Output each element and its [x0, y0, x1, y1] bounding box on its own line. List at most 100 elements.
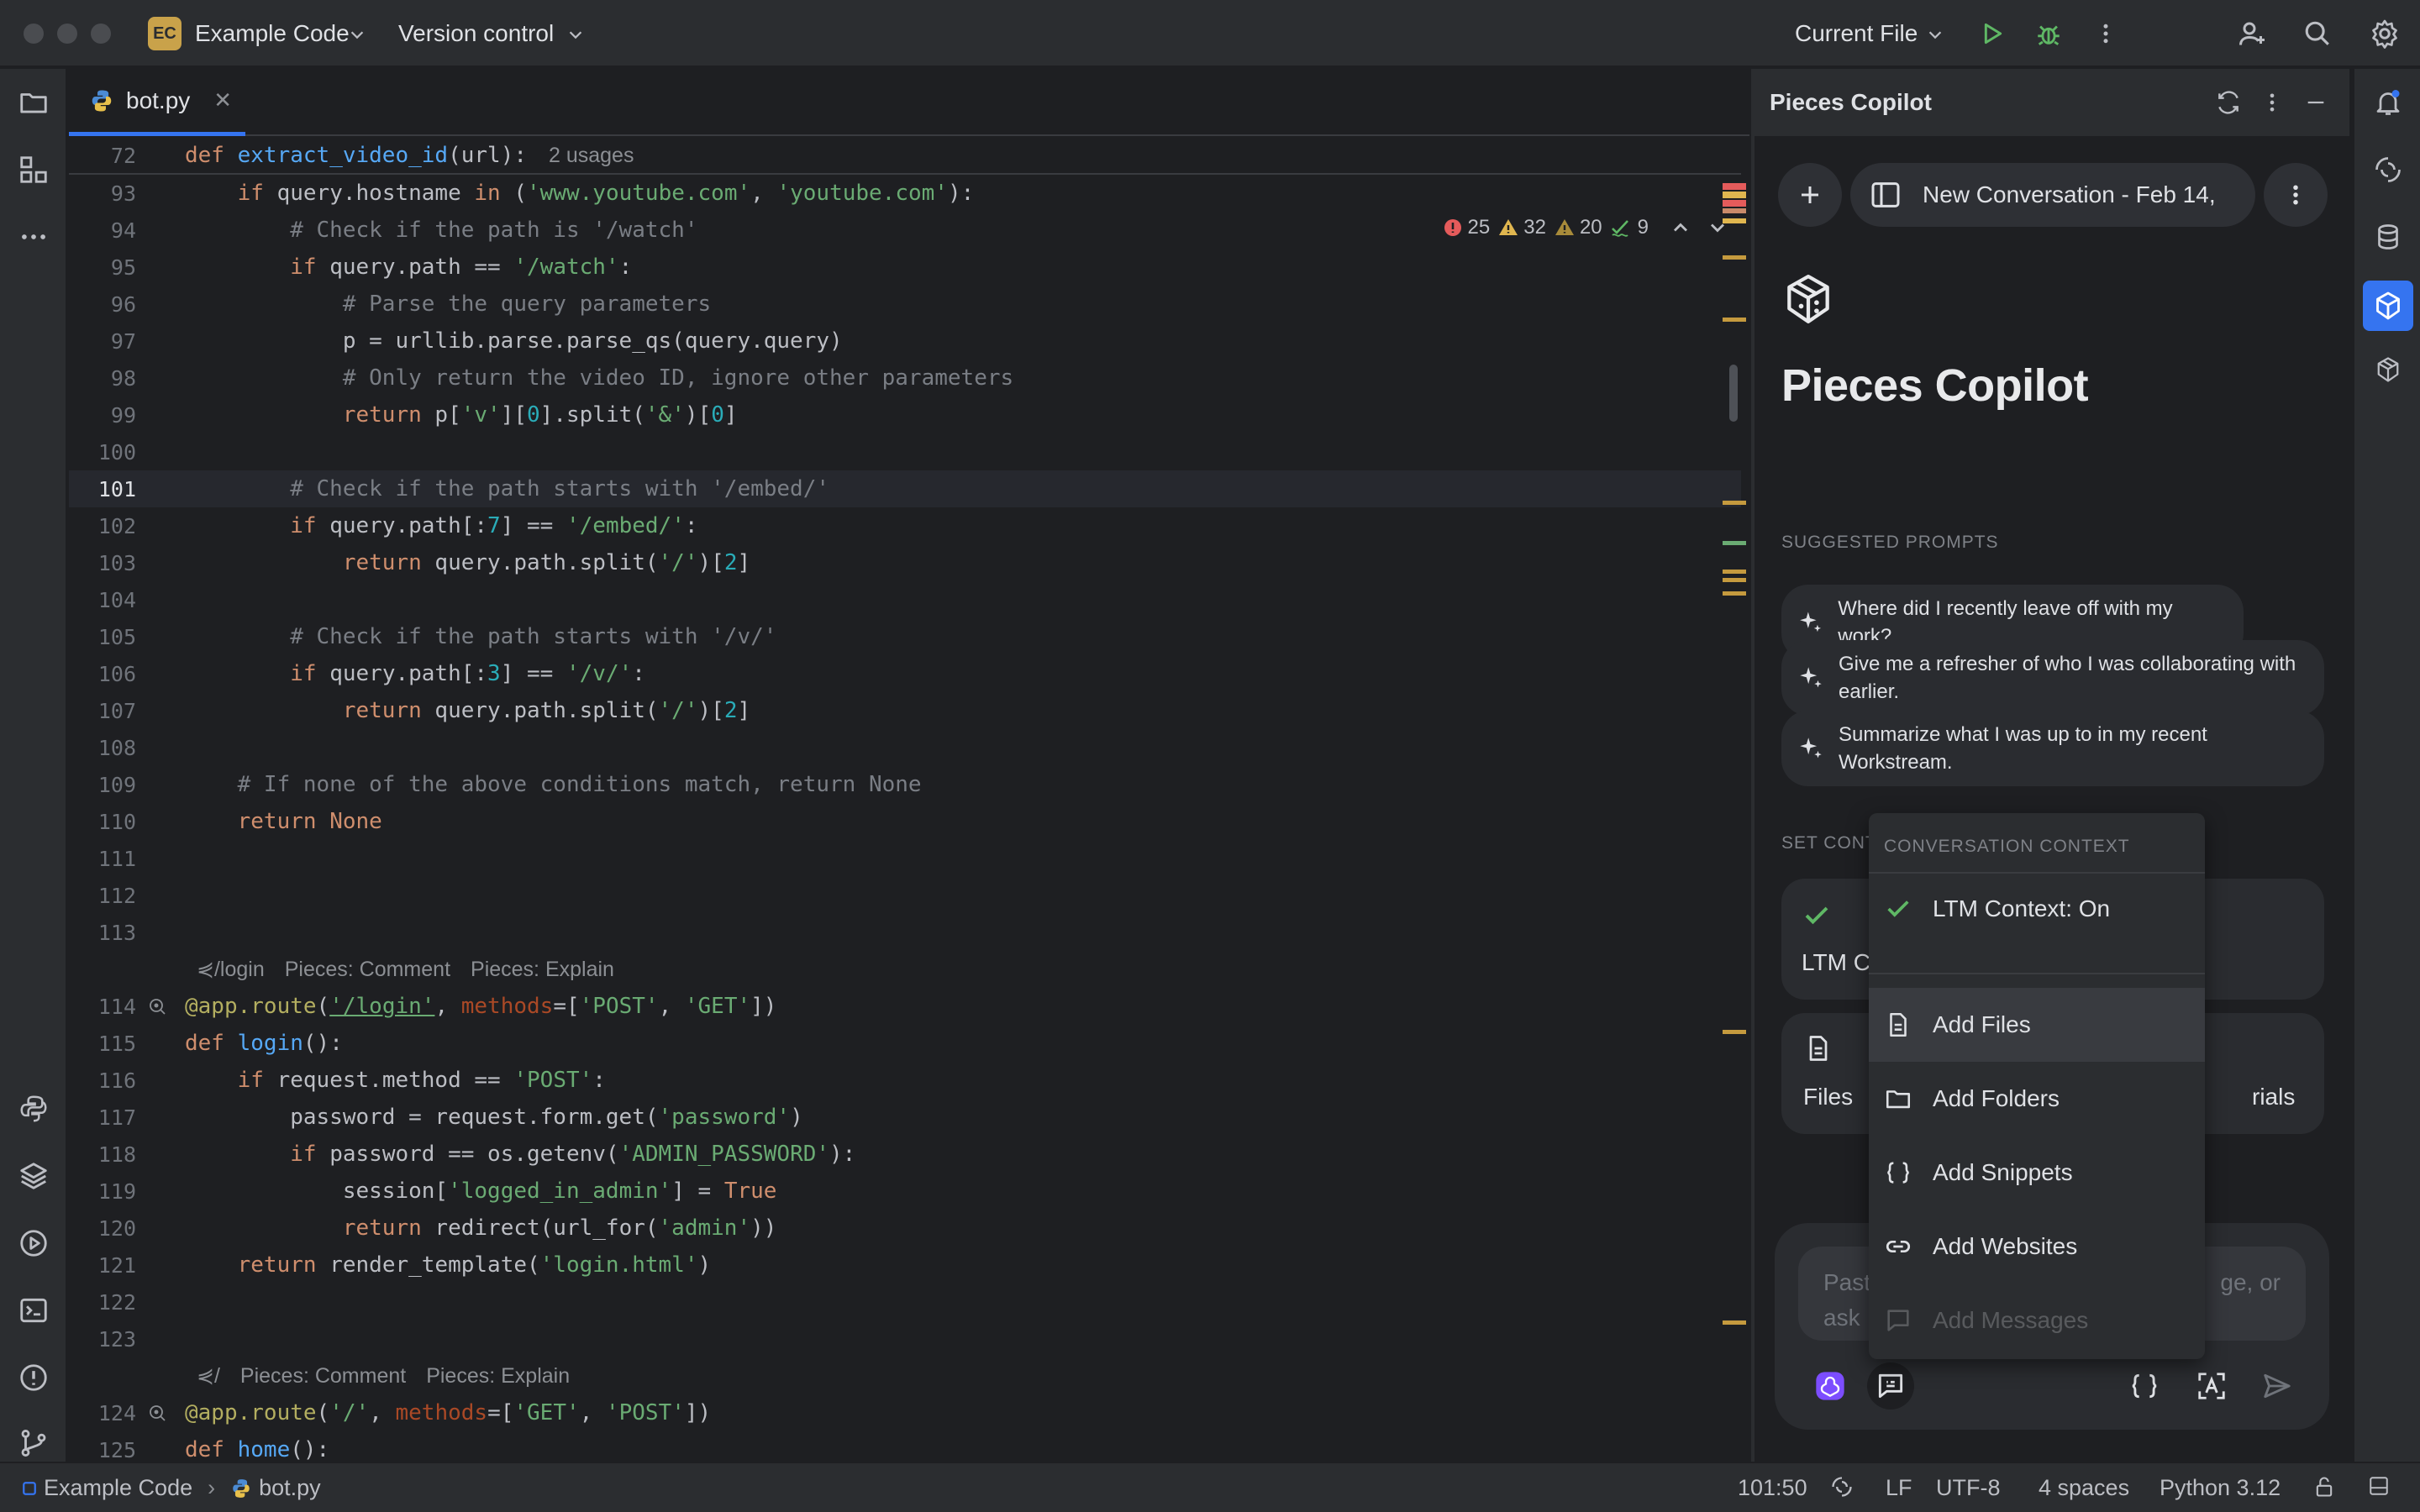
project-name-menu[interactable]: Example Code — [195, 20, 350, 47]
add-user-icon[interactable] — [2233, 15, 2270, 52]
code-line[interactable]: 124 @app.route('/', methods=['GET', 'POST… — [69, 1394, 1741, 1431]
ai-assistant-icon[interactable] — [2370, 151, 2407, 188]
screenshot-ocr-icon[interactable] — [2188, 1362, 2235, 1410]
code-line[interactable]: 97 p = urllib.parse.parse_qs(query.query… — [69, 323, 1741, 360]
menu-item-add-messages[interactable]: Add Messages — [1869, 1284, 2205, 1357]
error-stripe-mark[interactable] — [1723, 200, 1746, 207]
usages-hint[interactable]: 2 usages — [549, 144, 634, 168]
pieces-copilot-tool-icon[interactable] — [2363, 281, 2413, 331]
warning-stripe-mark[interactable] — [1723, 192, 1746, 198]
menu-item-add-websites[interactable]: Add Websites — [1869, 1210, 2205, 1284]
conversation-more-button[interactable] — [2264, 163, 2328, 227]
warning-stripe-mark[interactable] — [1723, 255, 1746, 260]
code-line[interactable]: 104 — [69, 581, 1741, 618]
warning-stripe-mark[interactable] — [1723, 570, 1746, 574]
git-branch-icon[interactable] — [15, 1425, 52, 1462]
code-line[interactable]: 105 # Check if the path starts with '/v/… — [69, 618, 1741, 655]
warning-stripe-mark[interactable] — [1723, 591, 1746, 596]
caret-position[interactable]: 101:50 — [1738, 1475, 1807, 1501]
pieces-comment-lens[interactable]: Pieces: Comment — [285, 958, 450, 982]
window-close-button[interactable] — [24, 24, 44, 44]
code-line[interactable]: 103 return query.path.split('/')[2] — [69, 544, 1741, 581]
code-line[interactable]: 95 if query.path == '/watch': — [69, 249, 1741, 286]
context-chat-icon[interactable] — [1867, 1362, 1914, 1410]
code-line[interactable]: 120 return redirect(url_for('admin')) — [69, 1210, 1741, 1247]
lock-icon[interactable] — [2312, 1475, 2336, 1499]
refresh-icon[interactable] — [2210, 84, 2247, 121]
minimize-panel-icon[interactable] — [2297, 84, 2334, 121]
python-interpreter[interactable]: Python 3.12 — [2160, 1475, 2281, 1501]
problems-icon[interactable] — [15, 1359, 52, 1396]
code-line[interactable]: 123 — [69, 1320, 1741, 1357]
notifications-bell-icon[interactable] — [2370, 84, 2407, 121]
new-conversation-button[interactable] — [1778, 163, 1842, 227]
pieces-explain-lens[interactable]: Pieces: Explain — [426, 1364, 570, 1389]
warning-stripe-mark[interactable] — [1723, 1030, 1746, 1034]
panel-options-icon[interactable] — [2254, 84, 2291, 121]
run-icon[interactable] — [1973, 15, 2010, 52]
suggested-prompt[interactable]: Summarize what I was up to in my recent W… — [1781, 711, 2324, 786]
terminal-icon[interactable] — [15, 1292, 52, 1329]
version-control-menu[interactable]: Version control — [398, 20, 554, 47]
pieces-comment-lens[interactable]: Pieces: Comment — [240, 1364, 406, 1389]
code-line[interactable]: 96 # Parse the query parameters — [69, 286, 1741, 323]
code-line[interactable]: 107 return query.path.split('/')[2] — [69, 692, 1741, 729]
run-configuration-menu[interactable]: Current File — [1795, 20, 1918, 47]
settings-gear-icon[interactable] — [2366, 15, 2403, 52]
code-line[interactable]: 121 return render_template('login.html') — [69, 1247, 1741, 1284]
code-line[interactable]: 98 # Only return the video ID, ignore ot… — [69, 360, 1741, 396]
scrollbar-thumb[interactable] — [1729, 365, 1738, 422]
debug-icon[interactable] — [2030, 15, 2067, 52]
chevron-down-icon[interactable] — [1926, 25, 1944, 44]
chevron-down-icon[interactable] — [566, 25, 585, 44]
current-code-line[interactable]: 101 # Check if the path starts with '/em… — [69, 470, 1741, 507]
python-console-icon[interactable] — [15, 1090, 52, 1127]
model-selector-icon[interactable] — [1807, 1362, 1854, 1410]
sidebar-toggle-icon[interactable] — [1869, 178, 1902, 212]
breadcrumb-file[interactable]: bot.py — [259, 1475, 321, 1501]
database-icon[interactable] — [2370, 218, 2407, 255]
code-line[interactable]: 112 — [69, 877, 1741, 914]
code-line[interactable]: 116 if request.method == 'POST': — [69, 1062, 1741, 1099]
indentation[interactable]: 4 spaces — [2039, 1475, 2129, 1501]
code-line[interactable]: 102 if query.path[:7] == '/embed/': — [69, 507, 1741, 544]
file-encoding[interactable]: UTF-8 — [1936, 1475, 2001, 1501]
chevron-down-icon[interactable] — [348, 25, 366, 44]
code-line[interactable]: 113 — [69, 914, 1741, 951]
breadcrumb-project[interactable]: Example Code — [44, 1475, 192, 1501]
more-tools-icon[interactable] — [15, 218, 52, 255]
menu-item-add-folders[interactable]: Add Folders — [1869, 1062, 2205, 1136]
code-line[interactable]: 110 return None — [69, 803, 1741, 840]
services-run-icon[interactable] — [15, 1225, 52, 1262]
line-ending[interactable]: LF — [1886, 1475, 1912, 1501]
endpoint-gutter-icon[interactable] — [147, 996, 167, 1016]
info-stripe-mark[interactable] — [1723, 541, 1746, 545]
structure-icon[interactable] — [15, 151, 52, 188]
code-snippet-icon[interactable] — [2121, 1362, 2168, 1410]
code-line[interactable]: 125 def home(): — [69, 1431, 1741, 1462]
pieces-explain-lens[interactable]: Pieces: Explain — [471, 958, 614, 982]
suggested-prompt[interactable]: Give me a refresher of who I was collabo… — [1781, 640, 2324, 716]
code-line[interactable]: 93 if query.hostname in ('www.youtube.co… — [69, 175, 1741, 212]
window-zoom-button[interactable] — [91, 24, 111, 44]
code-line[interactable]: 117 password = request.form.get('passwor… — [69, 1099, 1741, 1136]
menu-item-ltm-context[interactable]: LTM Context: On — [1869, 872, 2205, 946]
project-badge[interactable]: EC — [148, 17, 182, 50]
pieces-drive-icon[interactable] — [2370, 351, 2407, 388]
code-line[interactable]: 100 — [69, 433, 1741, 470]
code-line[interactable]: 108 — [69, 729, 1741, 766]
layers-icon[interactable] — [15, 1158, 52, 1194]
route-lens[interactable]: ⋞/ — [197, 1363, 220, 1389]
code-line[interactable]: 106 if query.path[:3] == '/v/': — [69, 655, 1741, 692]
warning-stripe-mark[interactable] — [1723, 1320, 1746, 1325]
close-tab-icon[interactable]: ✕ — [213, 87, 232, 113]
route-lens[interactable]: ⋞/login — [197, 957, 265, 982]
warning-stripe-mark[interactable] — [1723, 578, 1746, 582]
tab-bot-py[interactable]: bot.py ✕ — [69, 69, 245, 136]
error-stripe-mark[interactable] — [1723, 183, 1746, 190]
menu-item-add-snippets[interactable]: Add Snippets — [1869, 1136, 2205, 1210]
memory-indicator-icon[interactable] — [2368, 1475, 2390, 1497]
window-minimize-button[interactable] — [57, 24, 77, 44]
code-line[interactable]: 111 — [69, 840, 1741, 877]
conversation-selector[interactable]: New Conversation - Feb 14, — [1850, 163, 2255, 227]
